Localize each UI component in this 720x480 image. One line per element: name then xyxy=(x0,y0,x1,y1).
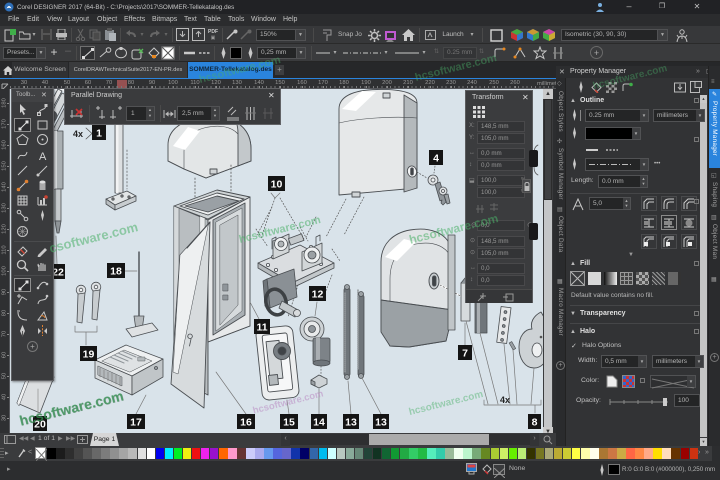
svg-text:18: 18 xyxy=(110,266,122,278)
svg-text:7: 7 xyxy=(462,348,468,360)
svg-text:180: 180 xyxy=(2,98,8,108)
svg-text:100: 100 xyxy=(2,266,8,276)
svg-text:8: 8 xyxy=(532,417,538,429)
svg-text:140: 140 xyxy=(2,182,8,192)
svg-text:60: 60 xyxy=(2,352,8,358)
svg-text:110: 110 xyxy=(2,245,8,254)
svg-text:4x: 4x xyxy=(500,395,510,405)
svg-text:160: 160 xyxy=(2,140,8,150)
svg-text:16: 16 xyxy=(240,417,252,429)
svg-text:4x: 4x xyxy=(73,129,83,139)
svg-text:13: 13 xyxy=(345,417,357,429)
svg-text:10: 10 xyxy=(271,179,283,191)
svg-text:17: 17 xyxy=(130,417,142,429)
svg-text:40: 40 xyxy=(2,394,8,400)
svg-text:120: 120 xyxy=(2,224,8,234)
svg-text:15: 15 xyxy=(283,417,295,429)
svg-text:130: 130 xyxy=(2,203,8,213)
svg-text:13: 13 xyxy=(375,417,387,429)
svg-text:80: 80 xyxy=(2,310,8,316)
svg-text:70: 70 xyxy=(2,331,8,337)
svg-text:12: 12 xyxy=(312,289,324,301)
svg-text:30: 30 xyxy=(2,415,8,421)
svg-text:150: 150 xyxy=(2,161,8,171)
svg-text:50: 50 xyxy=(2,373,8,379)
svg-text:90: 90 xyxy=(2,289,8,295)
svg-text:14: 14 xyxy=(313,417,325,429)
svg-text:11: 11 xyxy=(256,322,267,334)
svg-text:1: 1 xyxy=(96,128,102,140)
svg-text:A: A xyxy=(39,151,47,162)
svg-text:170: 170 xyxy=(2,119,8,129)
svg-text:4: 4 xyxy=(433,153,439,165)
svg-text:20: 20 xyxy=(34,419,46,431)
svg-text:19: 19 xyxy=(83,349,95,361)
